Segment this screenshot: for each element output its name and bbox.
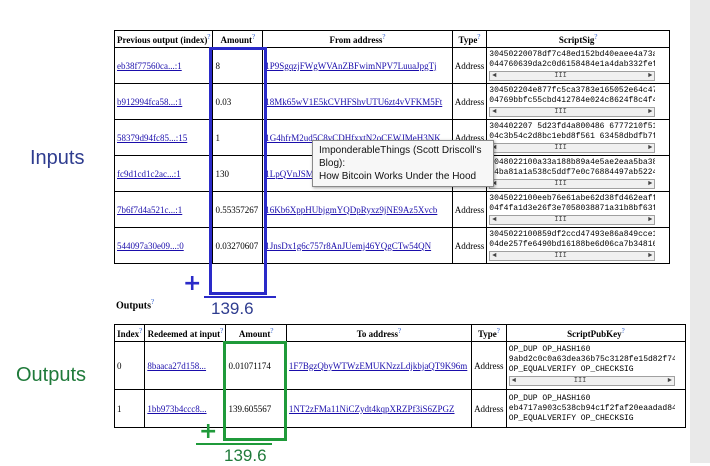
amount-cell: 0.03270607: [212, 227, 264, 264]
type-cell: Address: [471, 389, 507, 428]
help-link[interactable]: ?: [270, 327, 273, 335]
type-cell: Address: [471, 341, 507, 390]
amount-cell: 0.03: [212, 83, 264, 120]
plus-sign: +: [199, 419, 218, 444]
inputs-header-row: Previous output (index)? Amount? From ad…: [113, 30, 670, 48]
col-to-address: To address?: [285, 324, 473, 342]
horizontal-scrollbar[interactable]: ◄ III ►: [508, 376, 675, 386]
help-link[interactable]: ?: [594, 33, 597, 41]
amount-cell: 0.01071174: [225, 341, 287, 390]
col-amount: Amount?: [225, 324, 287, 342]
col-previous-output: Previous output (index)?: [113, 30, 214, 48]
help-link[interactable]: ?: [252, 33, 255, 41]
horizontal-scrollbar[interactable]: ◄ III ►: [489, 179, 656, 189]
index-cell: 1: [113, 389, 146, 428]
scriptsig-box[interactable]: 3045022100859df2ccd47493e86a849cce106150…: [489, 230, 656, 261]
from-address-link[interactable]: 1P9SgqzjFWgWVAnZBFwimNPV7LuuaJpgTj: [265, 61, 450, 71]
scriptsig-box[interactable]: 304502204e877fc5ca3783e165052e64c4788dd0…: [489, 86, 656, 117]
col-from-address: From address?: [262, 30, 453, 48]
table-row: b912994fca58...:1 0.03 18Mk65wV1E5kCVHFS…: [113, 83, 670, 120]
outputs-table: Index? Redeemed at input? Amount? To add…: [113, 324, 687, 428]
help-link[interactable]: ?: [151, 298, 154, 306]
horizontal-scrollbar[interactable]: ◄ III ►: [489, 143, 656, 153]
col-amount: Amount?: [212, 30, 264, 48]
col-scriptpubkey: ScriptPubKey?: [505, 324, 687, 342]
col-type: Type?: [471, 324, 507, 342]
scriptsig-box[interactable]: 3045022100eeb76e61abe62d38fd462eaffd1d11…: [489, 194, 656, 225]
scriptsig-box[interactable]: 304402207 5d23fd4a800486 6777210f51f16c9…: [489, 122, 656, 153]
help-link[interactable]: ?: [398, 327, 401, 335]
to-address-link[interactable]: 1F7BgzQbyWTWzEMUKNzzLdjkbjaQT9K96m: [289, 361, 469, 371]
help-link[interactable]: ?: [477, 33, 480, 41]
prev-output-link[interactable]: eb38f77560ca...:1: [117, 61, 210, 71]
col-index: Index?: [113, 324, 146, 342]
link-tooltip: ImponderableThings (Scott Driscoll's Blo…: [312, 140, 494, 187]
type-cell: Address: [451, 83, 488, 120]
index-cell: 0: [113, 341, 146, 390]
type-cell: Address: [451, 191, 488, 228]
outputs-heading: Outputs?: [116, 298, 155, 312]
horizontal-scrollbar[interactable]: ◄ III ►: [489, 251, 656, 261]
inputs-label: Inputs: [30, 147, 85, 169]
from-address-link[interactable]: 16Kb6XppHUbjgmYQDpRyxz9jNE9Az5Xvcb: [265, 205, 450, 215]
help-link[interactable]: ?: [497, 327, 500, 335]
help-link[interactable]: ?: [220, 327, 223, 335]
scriptsig-box[interactable]: 30450220078df7c48ed152bd40eaee4a73afefc3…: [489, 50, 656, 81]
help-link[interactable]: ?: [382, 33, 385, 41]
from-address-link[interactable]: 1JnsDx1g6c757r8AnJUemj46YQgCTw54QN: [265, 241, 450, 251]
sum-underline: [204, 296, 276, 298]
table-row: 544097a30e09...:0 0.03270607 1JnsDx1g6c7…: [113, 227, 670, 264]
prev-output-link[interactable]: b912994fca58...:1: [117, 97, 210, 107]
amount-cell: 0.55357267: [212, 191, 264, 228]
help-link[interactable]: ?: [139, 327, 142, 335]
help-link[interactable]: ?: [207, 33, 210, 41]
help-link[interactable]: ?: [622, 327, 625, 335]
redeemed-link[interactable]: 8baaca27d158...: [147, 361, 223, 371]
side-panel: [690, 0, 710, 463]
inputs-sum: 139.6: [211, 299, 254, 318]
prev-output-link[interactable]: fc9d1cd1c2ac...:1: [117, 169, 210, 179]
horizontal-scrollbar[interactable]: ◄ III ►: [489, 107, 656, 117]
outputs-label: Outputs: [16, 364, 87, 386]
prev-output-link[interactable]: 7b6f7d4a521c...:1: [117, 205, 210, 215]
table-row: 7b6f7d4a521c...:1 0.55357267 16Kb6XppHUb…: [113, 191, 670, 228]
redeemed-link[interactable]: 1bb973b4ccc8...: [147, 404, 223, 414]
horizontal-scrollbar[interactable]: ◄ III ►: [489, 215, 656, 225]
prev-output-link[interactable]: 58379d94fc85...:15: [117, 133, 210, 143]
col-scriptsig: ScriptSig?: [486, 30, 670, 48]
col-type: Type?: [451, 30, 488, 48]
prev-output-link[interactable]: 544097a30e09...:0: [117, 241, 210, 251]
sum-underline: [196, 443, 272, 445]
col-redeemed-at-input: Redeemed at input?: [144, 324, 227, 342]
amount-cell: 130: [212, 155, 264, 192]
outputs-header-row: Index? Redeemed at input? Amount? To add…: [113, 324, 687, 342]
to-address-link[interactable]: 1NT2zFMa11NiCZydt4kqpXRZPf3iS6ZPGZ: [289, 404, 469, 414]
from-address-link[interactable]: 18Mk65wV1E5kCVHFShvUTU6zt4vVFKM5Ft: [265, 97, 450, 107]
outputs-sum: 139.6: [224, 446, 267, 465]
amount-cell: 8: [212, 47, 264, 84]
type-cell: Address: [451, 227, 488, 264]
plus-sign: +: [183, 271, 202, 296]
amount-cell: 1: [212, 119, 264, 156]
scriptpubkey-box[interactable]: OP_DUP OP_HASH160 eb4717a903c538cb94c1f2f…: [509, 394, 675, 424]
table-row: eb38f77560ca...:1 8 1P9SgqzjFWgWVAnZBFwi…: [113, 47, 670, 84]
scriptpubkey-box[interactable]: OP_DUP OP_HASH160 9abd2c0c0a63dea36b75c31…: [508, 345, 675, 386]
amount-cell: 139.605567: [225, 389, 287, 428]
scriptsig-box[interactable]: 3048022100a33a188b89a4e5ae2eaa5ba3875030…: [489, 158, 656, 189]
type-cell: Address: [451, 47, 488, 84]
horizontal-scrollbar[interactable]: ◄ III ►: [489, 71, 656, 81]
table-row: 0 8baaca27d158... 0.01071174 1F7BgzQbyWT…: [113, 341, 687, 390]
